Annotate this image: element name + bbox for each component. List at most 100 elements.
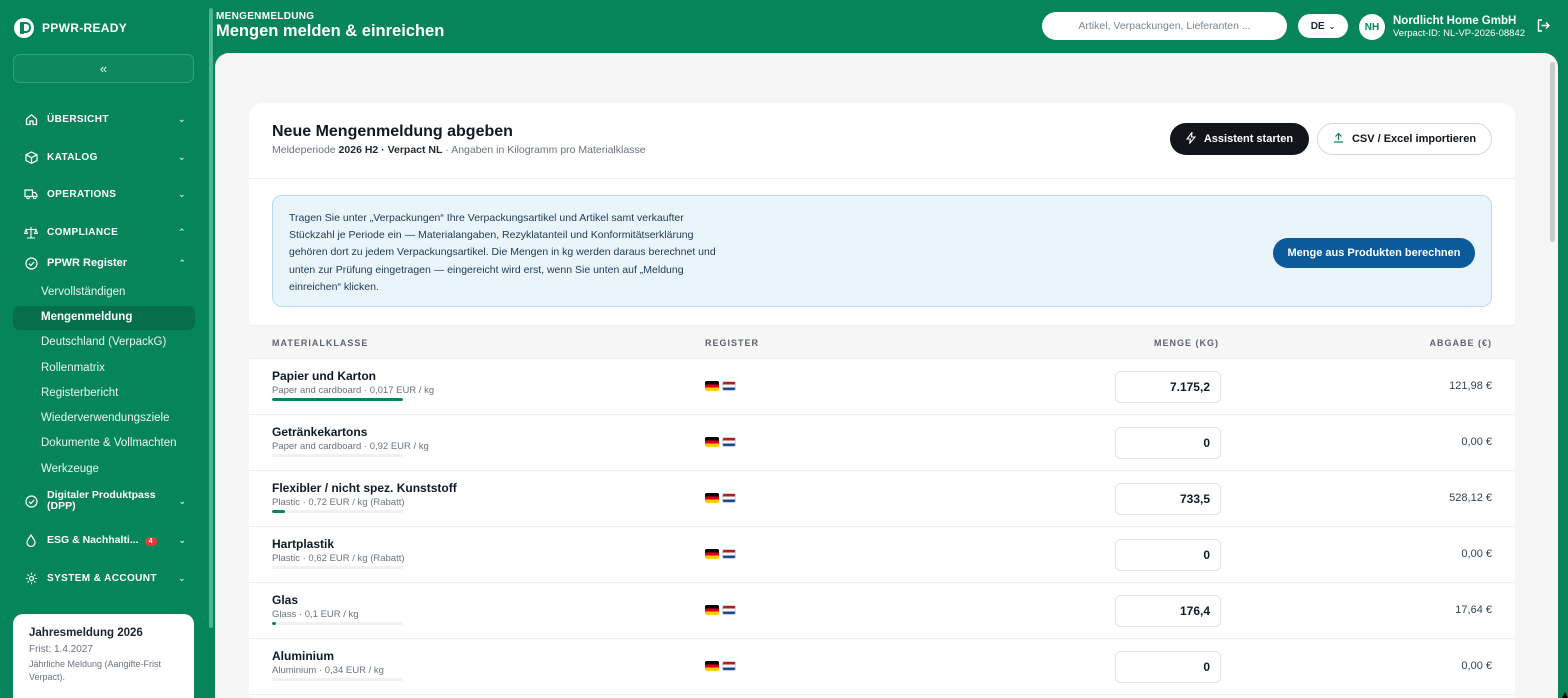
lightning-icon	[1185, 130, 1197, 147]
flag-de-icon	[705, 493, 719, 503]
deadline-date: Frist: 1.4.2027	[29, 644, 93, 655]
share-bar	[272, 622, 403, 625]
col-material: MATERIALKLASSE	[272, 338, 369, 348]
main-scrollbar[interactable]	[1550, 62, 1555, 242]
report-card: Neue Mengenmeldung abgeben Meldeperiode …	[249, 103, 1515, 698]
share-bar	[272, 510, 403, 513]
material-name: Flexibler / nicht spez. Kunststoff	[272, 481, 457, 495]
chevron-down-icon: ⌄	[178, 188, 186, 199]
deadline-card[interactable]: Jahresmeldung 2026 Frist: 1.4.2027 Jährl…	[13, 614, 194, 698]
nav-dpp[interactable]: Digitaler Produktpass (DPP) ⌄	[24, 490, 186, 512]
sidebar-item-werkzeuge[interactable]: Werkzeuge	[41, 463, 99, 475]
quantity-input[interactable]	[1115, 595, 1221, 627]
flag-de-icon	[705, 437, 719, 447]
table-row: Hartplastik Plastic · 0,62 EUR / kg (Rab…	[249, 527, 1515, 583]
material-meta: Paper and cardboard · 0,017 EUR / kg	[272, 385, 435, 396]
import-csv-button[interactable]: CSV / Excel importieren	[1317, 123, 1492, 155]
share-bar	[272, 678, 403, 681]
collapse-sidebar-button[interactable]: «	[13, 54, 194, 83]
register-flags	[705, 437, 736, 447]
flag-nl-icon	[722, 437, 736, 447]
quantity-input[interactable]	[1115, 427, 1221, 459]
divider	[249, 178, 1515, 179]
material-meta: Aluminium · 0,34 EUR / kg	[272, 665, 384, 676]
card-title: Neue Mengenmeldung abgeben	[272, 123, 513, 140]
quantity-input[interactable]	[1115, 483, 1221, 515]
col-fee: ABGABE (€)	[1429, 338, 1492, 348]
avatar[interactable]: NH	[1359, 14, 1385, 40]
home-icon	[24, 112, 38, 126]
check-circle-icon	[24, 494, 38, 508]
start-assistant-button[interactable]: Assistent starten	[1170, 123, 1309, 155]
flag-nl-icon	[722, 381, 736, 391]
language-select[interactable]: DE ⌄	[1298, 14, 1348, 38]
register-flags	[705, 493, 736, 503]
nav-ppwr-register[interactable]: PPWR Register ⌃	[24, 256, 186, 270]
nav-system-account[interactable]: SYSTEM & ACCOUNT ⌄	[24, 571, 186, 585]
nav-uebersicht[interactable]: ÜBERSICHT ⌄	[24, 112, 186, 126]
sidebar-item-registerbericht[interactable]: Registerbericht	[41, 387, 118, 399]
chevron-down-icon: ⌄	[178, 534, 186, 545]
sidebar-item-wiederverwendungsziele[interactable]: Wiederverwendungsziele	[41, 412, 169, 424]
chevron-down-icon: ⌄	[178, 151, 186, 162]
register-flags	[705, 549, 736, 559]
sidebar: PPWR-READY « ÜBERSICHT ⌄ KATALOG ⌄ OPERA…	[0, 0, 208, 698]
brand[interactable]: PPWR-READY	[14, 18, 127, 38]
nav-compliance[interactable]: COMPLIANCE ⌃	[24, 225, 186, 239]
material-meta: Glass · 0,1 EUR / kg	[272, 609, 359, 620]
sidebar-scrollbar[interactable]	[209, 8, 213, 628]
sidebar-item-dokumente[interactable]: Dokumente & Vollmachten	[41, 437, 177, 449]
notification-badge: 4	[144, 537, 157, 546]
table-row: Aluminium Aluminium · 0,34 EUR / kg 0,00…	[249, 639, 1515, 695]
material-meta: Paper and cardboard · 0,92 EUR / kg	[272, 441, 429, 452]
table-row: Papier und Karton Paper and cardboard · …	[249, 359, 1515, 415]
nav-katalog[interactable]: KATALOG ⌄	[24, 150, 186, 164]
sidebar-item-deutschland[interactable]: Deutschland (VerpackG)	[41, 336, 166, 348]
upload-icon	[1333, 132, 1344, 146]
chevron-down-icon: ⌄	[178, 495, 186, 506]
share-bar	[272, 566, 403, 569]
chevron-down-icon: ⌄	[178, 113, 186, 124]
calculate-from-products-button[interactable]: Menge aus Produkten berechnen	[1273, 238, 1475, 268]
search-input[interactable]	[1042, 12, 1287, 40]
scale-icon	[24, 225, 38, 239]
sidebar-item-rollenmatrix[interactable]: Rollenmatrix	[41, 362, 105, 374]
chevron-up-icon: ⌃	[178, 257, 186, 268]
mouse-cursor-icon: ▲	[1559, 688, 1568, 698]
fee-value: 0,00 €	[1461, 660, 1492, 672]
register-flags	[705, 381, 736, 391]
truck-icon	[24, 187, 38, 201]
sidebar-item-vervollstaendigen[interactable]: Vervollständigen	[41, 286, 125, 298]
box-icon	[24, 150, 38, 164]
material-name: Hartplastik	[272, 537, 335, 551]
quantity-input[interactable]	[1115, 651, 1221, 683]
flag-nl-icon	[722, 661, 736, 671]
gear-icon	[24, 571, 38, 585]
fee-value: 0,00 €	[1461, 436, 1492, 448]
account-info[interactable]: Nordlicht Home GmbH Verpact-ID: NL-VP-20…	[1393, 15, 1525, 39]
share-bar	[272, 398, 403, 401]
nav-operations[interactable]: OPERATIONS ⌄	[24, 187, 186, 201]
material-name: Aluminium	[272, 649, 334, 663]
page-eyebrow: MENGENMELDUNG	[216, 11, 315, 22]
quantity-input[interactable]	[1115, 371, 1221, 403]
fee-value: 121,98 €	[1449, 380, 1492, 392]
share-bar	[272, 454, 403, 457]
quantity-input[interactable]	[1115, 539, 1221, 571]
fee-value: 17,64 €	[1455, 604, 1492, 616]
leaf-drop-icon	[24, 533, 38, 547]
deadline-description: Jährliche Meldung (Aangifte-Frist Verpac…	[29, 659, 162, 682]
nav-esg[interactable]: ESG & Nachhalti... 4 ⌄	[24, 533, 186, 547]
card-subtitle: Meldeperiode 2026 H2 · Verpact NL · Anga…	[272, 144, 646, 156]
flag-de-icon	[705, 381, 719, 391]
col-register: REGISTER	[705, 338, 760, 348]
flag-de-icon	[705, 549, 719, 559]
flag-de-icon	[705, 661, 719, 671]
table-row: Flexibler / nicht spez. Kunststoff Plast…	[249, 471, 1515, 527]
flag-nl-icon	[722, 493, 736, 503]
check-circle-icon	[24, 256, 38, 270]
material-name: Getränkekartons	[272, 425, 368, 439]
logout-icon[interactable]	[1536, 18, 1552, 34]
sidebar-item-mengenmeldung[interactable]: Mengenmeldung	[13, 306, 195, 330]
verpact-id: Verpact-ID: NL-VP-2026-08842	[1393, 28, 1526, 39]
